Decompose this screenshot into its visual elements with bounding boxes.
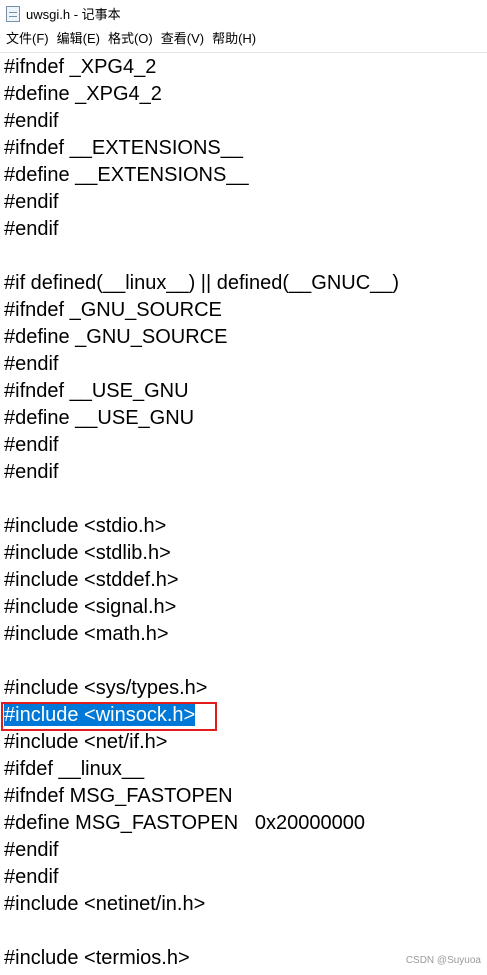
menu-view[interactable]: 查看(V) [157, 28, 208, 50]
notepad-icon [6, 5, 20, 22]
code-line[interactable]: #endif [4, 432, 59, 459]
menu-format[interactable]: 格式(O) [104, 28, 157, 50]
menu-file[interactable]: 文件(F) [0, 28, 53, 50]
code-line[interactable]: #endif [4, 189, 59, 216]
code-line[interactable]: #endif [4, 216, 59, 243]
menu-help[interactable]: 帮助(H) [208, 28, 260, 50]
code-line[interactable]: #define _XPG4_2 [4, 81, 162, 108]
text-editor-area[interactable]: #ifndef _XPG4_2 #define _XPG4_2 #endif #ifn… [0, 52, 487, 975]
code-line[interactable]: #ifndef MSG_FASTOPEN [4, 783, 233, 810]
code-line[interactable]: #include <stdio.h> [4, 513, 166, 540]
watermark: CSDN @Suyuoa [405, 955, 481, 966]
code-line[interactable]: #include <stdlib.h> [4, 540, 171, 567]
code-line[interactable]: #if defined(__linux__) || defined(__GNUC… [4, 270, 399, 297]
code-line[interactable]: #include <signal.h> [4, 594, 176, 621]
code-line[interactable]: #define MSG_FASTOPEN 0x20000000 [4, 810, 365, 837]
menu-edit[interactable]: 编辑(E) [53, 28, 104, 50]
code-line[interactable]: #endif [4, 459, 59, 486]
code-line[interactable]: #define __EXTENSIONS__ [4, 162, 249, 189]
window-title: uwsgi.h - 记事本 [26, 7, 121, 22]
code-line[interactable]: #include <netinet/in.h> [4, 891, 205, 918]
code-line[interactable]: #include <net/if.h> [4, 729, 167, 756]
title-bar: uwsgi.h - 记事本 [0, 0, 487, 27]
code-line[interactable]: #include <math.h> [4, 621, 169, 648]
code-line[interactable]: #include <termios.h> [4, 945, 190, 972]
code-line[interactable]: #ifndef _XPG4_2 [4, 54, 156, 81]
code-line[interactable]: #endif [4, 864, 59, 891]
code-line[interactable]: #define __USE_GNU [4, 405, 194, 432]
code-line[interactable]: #ifdef __linux__ [4, 756, 144, 783]
code-line[interactable]: #include <sys/types.h> [4, 675, 207, 702]
menu-bar: 文件(F) 编辑(E) 格式(O) 查看(V) 帮助(H) [0, 28, 487, 50]
code-line[interactable]: #ifndef __EXTENSIONS__ [4, 135, 243, 162]
code-line[interactable]: #endif [4, 108, 59, 135]
code-line[interactable]: #include <stddef.h> [4, 567, 179, 594]
code-line[interactable]: #define _GNU_SOURCE [4, 324, 227, 351]
code-line[interactable]: #ifndef _GNU_SOURCE [4, 297, 222, 324]
code-line[interactable]: #endif [4, 351, 59, 378]
selected-code-line[interactable]: #include <winsock.h> [4, 702, 196, 729]
selected-text[interactable]: #include <winsock.h> [4, 704, 196, 726]
code-line[interactable]: #endif [4, 837, 59, 864]
code-line[interactable]: #ifndef __USE_GNU [4, 378, 189, 405]
